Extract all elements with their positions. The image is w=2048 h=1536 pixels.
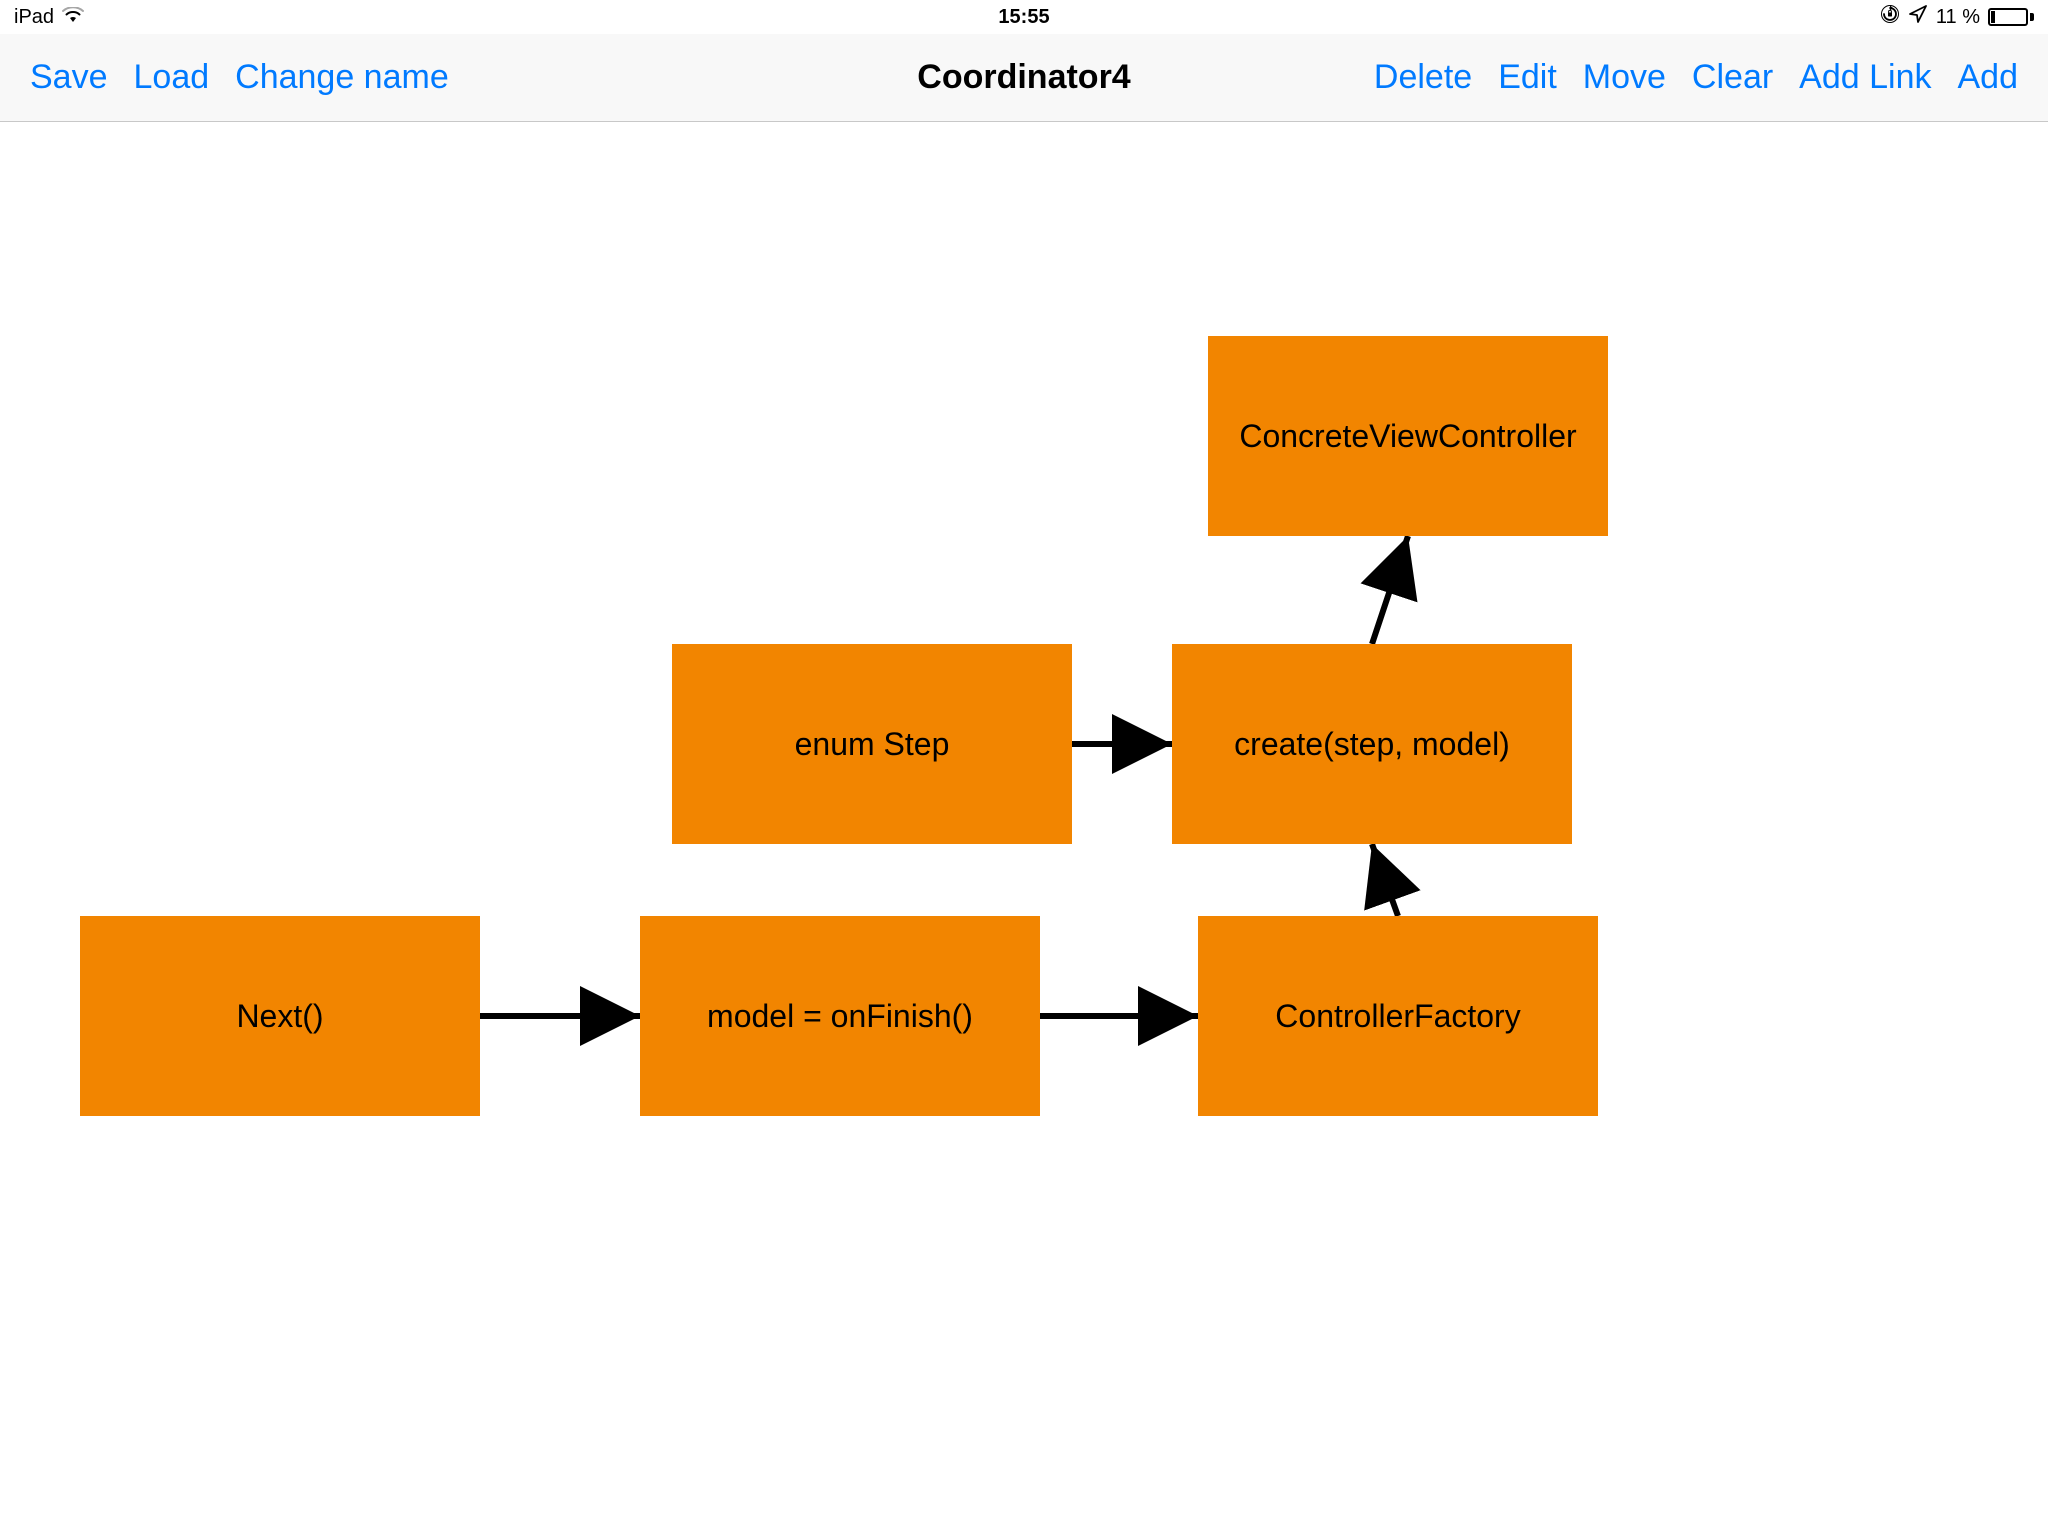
move-button[interactable]: Move [1583, 58, 1666, 97]
node-cvc-label: ConcreteViewController [1239, 418, 1576, 455]
node-model-label: model = onFinish() [707, 998, 973, 1035]
diagram-canvas[interactable]: Next() model = onFinish() ControllerFactor… [0, 122, 2048, 1536]
wifi-icon [62, 6, 84, 29]
add-link-button[interactable]: Add Link [1799, 58, 1931, 97]
node-create[interactable]: create(step, model) [1172, 644, 1572, 844]
node-next[interactable]: Next() [80, 916, 480, 1116]
edit-button[interactable]: Edit [1498, 58, 1557, 97]
node-create-label: create(step, model) [1234, 726, 1510, 763]
status-right: 11 % [1880, 4, 2034, 30]
nav-right-group: Delete Edit Move Clear Add Link Add [1374, 58, 2018, 97]
arrow-factory-to-create[interactable] [1372, 844, 1398, 916]
battery-icon [1988, 8, 2034, 26]
nav-bar: Save Load Change name Coordinator4 Delet… [0, 34, 2048, 122]
add-button[interactable]: Add [1958, 58, 2019, 97]
rotation-lock-icon [1880, 4, 1900, 30]
change-name-button[interactable]: Change name [235, 58, 449, 97]
clear-button[interactable]: Clear [1692, 58, 1773, 97]
node-factory[interactable]: ControllerFactory [1198, 916, 1598, 1116]
battery-text: 11 % [1936, 6, 1980, 29]
node-factory-label: ControllerFactory [1275, 998, 1520, 1035]
arrow-create-to-cvc[interactable] [1372, 536, 1408, 644]
node-next-label: Next() [236, 998, 323, 1035]
status-time: 15:55 [998, 6, 1049, 29]
device-label: iPad [14, 6, 54, 29]
load-button[interactable]: Load [134, 58, 210, 97]
node-model[interactable]: model = onFinish() [640, 916, 1040, 1116]
status-left: iPad [14, 6, 84, 29]
status-bar: iPad 15:55 11 % [0, 0, 2048, 34]
location-icon [1908, 4, 1928, 30]
node-cvc[interactable]: ConcreteViewController [1208, 336, 1608, 536]
save-button[interactable]: Save [30, 58, 108, 97]
nav-left-group: Save Load Change name [30, 58, 449, 97]
delete-button[interactable]: Delete [1374, 58, 1472, 97]
node-enum[interactable]: enum Step [672, 644, 1072, 844]
node-enum-label: enum Step [795, 726, 950, 763]
page-title: Coordinator4 [917, 58, 1130, 97]
